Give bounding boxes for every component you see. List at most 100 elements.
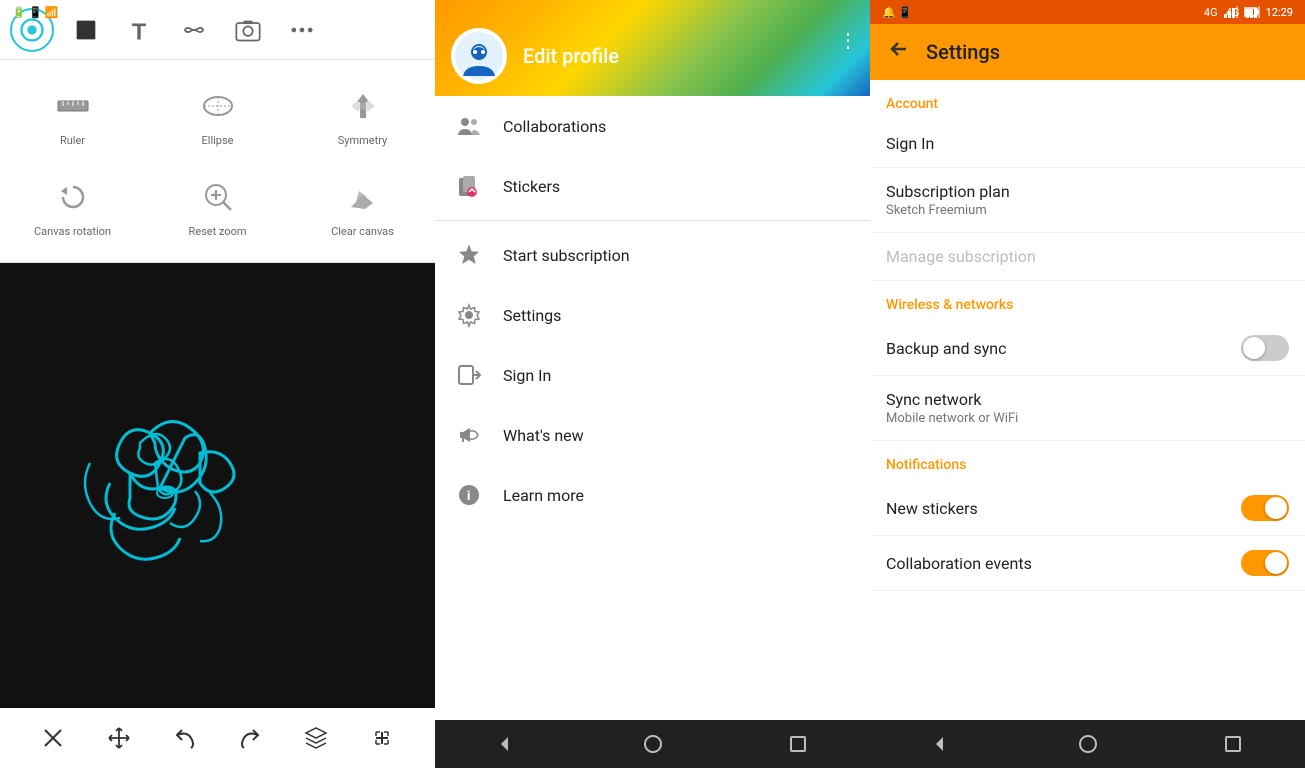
ruler-icon xyxy=(51,84,95,128)
menu-item-settings[interactable]: Settings xyxy=(435,285,870,345)
ellipse-tool-item[interactable]: Ellipse xyxy=(145,70,290,161)
manage-subscription-item[interactable]: Manage subscription xyxy=(870,233,1305,281)
megaphone-icon xyxy=(455,421,483,449)
wifi-icon: 📶 xyxy=(45,6,59,19)
sync-network-text: Sync network Mobile network or WiFi xyxy=(886,390,1018,426)
menu-item-whats-new[interactable]: What's new xyxy=(435,405,870,465)
toggle-knob-stickers xyxy=(1265,497,1287,519)
menu-item-collaborations[interactable]: Collaborations xyxy=(435,96,870,156)
sync-network-item[interactable]: Sync network Mobile network or WiFi xyxy=(870,376,1305,441)
people-icon xyxy=(455,112,483,140)
recents-nav-button[interactable] xyxy=(778,724,818,764)
clear-canvas-tool-item[interactable]: Clear canvas xyxy=(290,161,435,252)
svg-text:+: + xyxy=(212,191,216,199)
menu-more-button[interactable]: ⋮ xyxy=(838,28,858,53)
settings-header: Settings xyxy=(870,24,1305,80)
move-button[interactable] xyxy=(99,718,139,758)
symmetry-icon xyxy=(341,84,385,128)
tools-grid: Ruler Ellipse Symmetry xyxy=(0,60,435,263)
settings-recents-nav-button[interactable] xyxy=(1213,724,1253,764)
signin-icon xyxy=(455,361,483,389)
menu-list: Collaborations Stickers Start s xyxy=(435,96,870,720)
backup-sync-text: Backup and sync xyxy=(886,339,1007,358)
settings-bottom-nav xyxy=(870,720,1305,768)
settings-back-button[interactable] xyxy=(886,37,910,67)
ruler-tool-item[interactable]: Ruler xyxy=(0,70,145,161)
whats-new-label: What's new xyxy=(503,426,584,445)
collaborations-label: Collaborations xyxy=(503,117,606,136)
collaboration-events-toggle[interactable] xyxy=(1241,550,1289,576)
new-stickers-toggle[interactable] xyxy=(1241,495,1289,521)
symmetry-label: Symmetry xyxy=(338,134,388,147)
new-stickers-text: New stickers xyxy=(886,499,978,518)
menu-item-learn-more[interactable]: i Learn more xyxy=(435,465,870,525)
menu-item-stickers[interactable]: Stickers xyxy=(435,156,870,216)
sign-in-text: Sign In xyxy=(886,134,934,153)
menu-header-title: Edit profile xyxy=(523,44,619,68)
star-icon xyxy=(455,241,483,269)
settings-body: Account Sign In Subscription plan Sketch… xyxy=(870,80,1305,720)
time-label: 12:29 xyxy=(1266,6,1293,19)
new-stickers-title: New stickers xyxy=(886,499,978,518)
canvas-rotation-tool-item[interactable]: Canvas rotation xyxy=(0,161,145,252)
layers-button[interactable] xyxy=(296,718,336,758)
start-subscription-label: Start subscription xyxy=(503,246,630,265)
settings-home-nav-button[interactable] xyxy=(1068,724,1108,764)
settings-menu-label: Settings xyxy=(503,306,561,325)
canvas-rotation-icon xyxy=(51,175,95,219)
reset-zoom-label: Reset zoom xyxy=(188,225,246,238)
avatar-image xyxy=(455,32,503,80)
menu-divider-1 xyxy=(435,220,870,221)
expand-button[interactable] xyxy=(362,718,402,758)
redo-button[interactable] xyxy=(230,718,270,758)
collaboration-events-item[interactable]: Collaboration events xyxy=(870,536,1305,591)
ruler-label: Ruler xyxy=(60,134,85,147)
toggle-knob-backup xyxy=(1243,337,1265,359)
sign-in-label: Sign In xyxy=(503,366,551,385)
undo-button[interactable] xyxy=(165,718,205,758)
draw-bottom-bar xyxy=(0,708,435,768)
settings-panel: 🔔 📱 4G 12:29 Settings xyxy=(870,0,1305,768)
notifications-section-header: Notifications xyxy=(870,441,1305,481)
sign-in-title: Sign In xyxy=(886,134,934,153)
menu-bottom-nav xyxy=(435,720,870,768)
collaboration-events-title: Collaboration events xyxy=(886,554,1032,573)
notification-icon: 📱 xyxy=(28,6,42,19)
manage-subscription-text: Manage subscription xyxy=(886,247,1036,266)
reset-zoom-tool-item[interactable]: + Reset zoom xyxy=(145,161,290,252)
sync-network-subtitle: Mobile network or WiFi xyxy=(886,411,1018,426)
symmetry-tool-item[interactable]: Symmetry xyxy=(290,70,435,161)
clear-canvas-icon xyxy=(341,175,385,219)
ellipse-icon xyxy=(196,84,240,128)
sticker-icon xyxy=(455,172,483,200)
subscription-plan-item[interactable]: Subscription plan Sketch Freemium xyxy=(870,168,1305,233)
close-button[interactable] xyxy=(33,718,73,758)
toggle-knob-collab xyxy=(1265,552,1287,574)
subscription-plan-text: Subscription plan Sketch Freemium xyxy=(886,182,1010,218)
settings-back-nav-button[interactable] xyxy=(923,724,963,764)
signal-bars-icon xyxy=(1246,6,1260,18)
status-icons: 🔋 📱 📶 xyxy=(12,6,59,19)
drawing-panel: T xyxy=(0,0,435,768)
info-icon: i xyxy=(455,481,483,509)
clear-canvas-label: Clear canvas xyxy=(331,225,394,238)
drawing-canvas[interactable] xyxy=(0,263,435,708)
menu-item-start-subscription[interactable]: Start subscription xyxy=(435,225,870,285)
back-nav-button[interactable] xyxy=(488,724,528,764)
svg-text:i: i xyxy=(467,489,470,504)
backup-sync-title: Backup and sync xyxy=(886,339,1007,358)
backup-sync-item[interactable]: Backup and sync xyxy=(870,321,1305,376)
stickers-label: Stickers xyxy=(503,177,560,196)
backup-sync-toggle[interactable] xyxy=(1241,335,1289,361)
gear-icon xyxy=(455,301,483,329)
menu-header: Edit profile ⋮ xyxy=(435,0,870,96)
sign-in-setting-item[interactable]: Sign In xyxy=(870,120,1305,168)
new-stickers-item[interactable]: New stickers xyxy=(870,481,1305,536)
home-nav-button[interactable] xyxy=(633,724,673,764)
subscription-plan-title: Subscription plan xyxy=(886,182,1010,201)
account-section-header: Account xyxy=(870,80,1305,120)
sync-network-title: Sync network xyxy=(886,390,1018,409)
reset-zoom-icon: + xyxy=(196,175,240,219)
canvas-rotation-label: Canvas rotation xyxy=(34,225,111,238)
menu-item-sign-in[interactable]: Sign In xyxy=(435,345,870,405)
